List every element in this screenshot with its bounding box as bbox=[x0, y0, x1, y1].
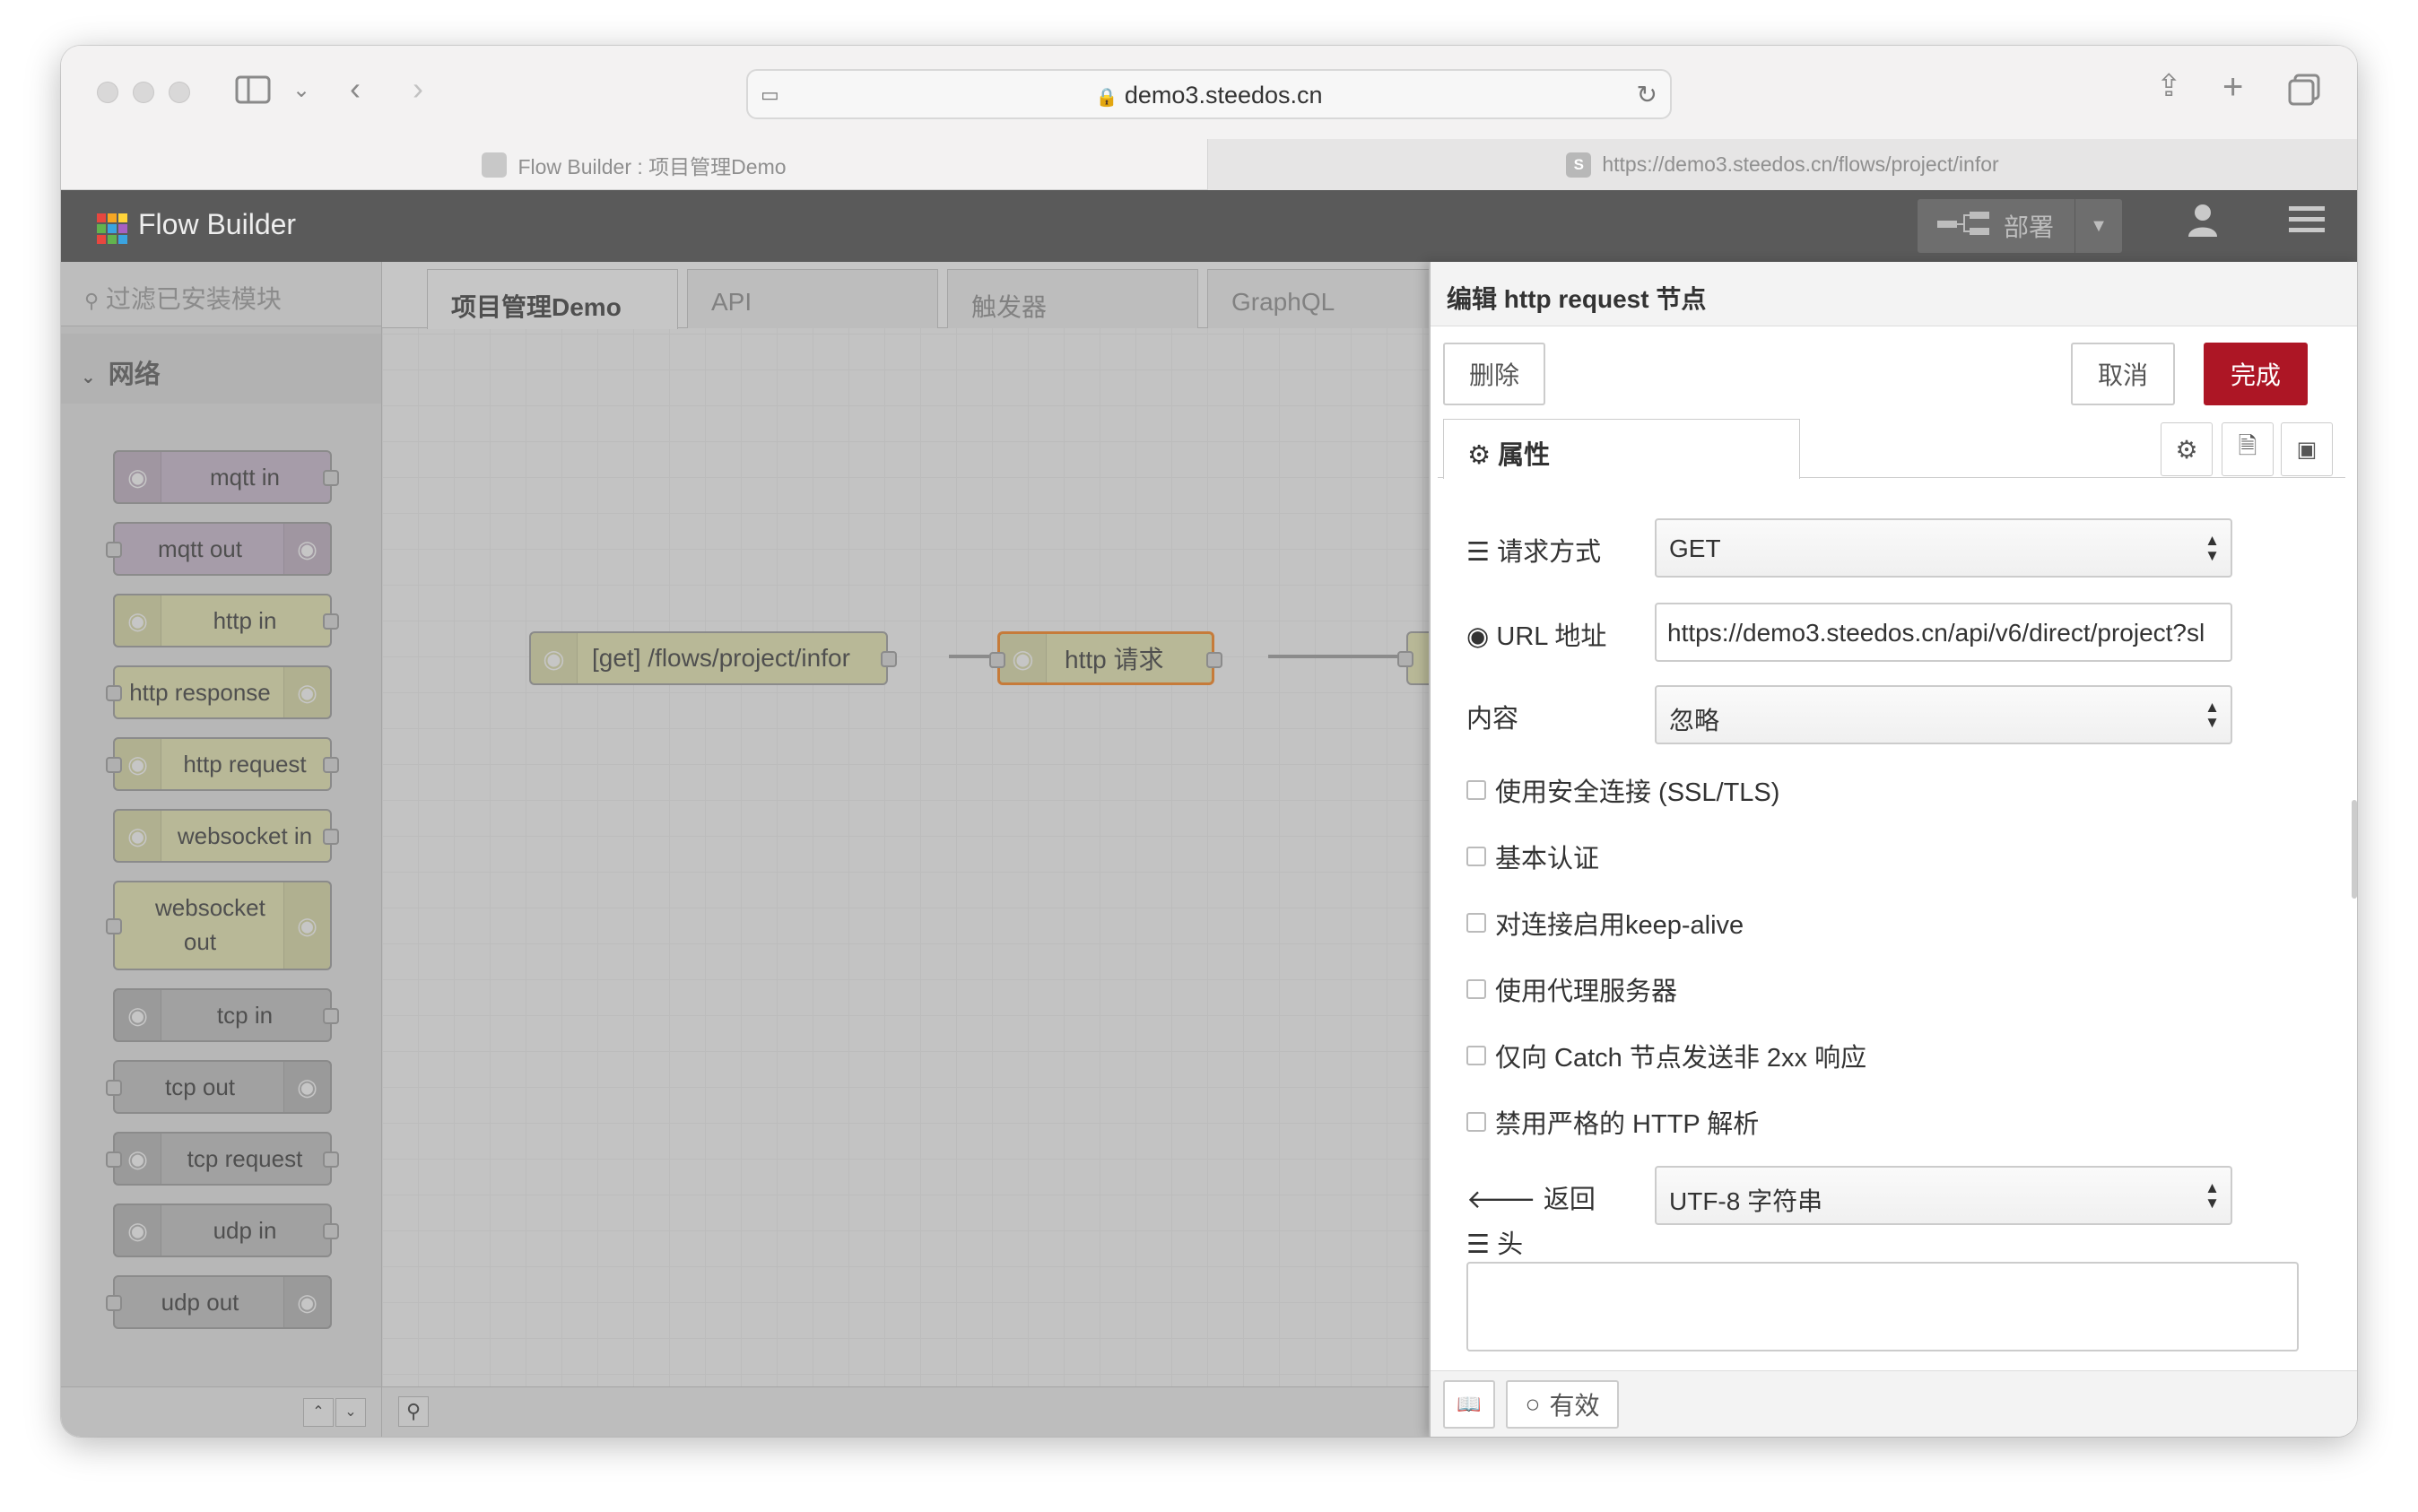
list-icon: ☰ bbox=[1466, 538, 1490, 567]
appearance-icon[interactable]: ▣ bbox=[2281, 422, 2333, 476]
edit-tray: 编辑 http request 节点 删除 取消 完成 ⚙ 属性 ⚙ 🗎 ▣ ☰… bbox=[1429, 262, 2357, 1437]
modal-overlay bbox=[61, 262, 1487, 1437]
description-icon[interactable]: 🗎 bbox=[2222, 422, 2274, 476]
strict-http-checkbox[interactable]: 禁用严格的 HTTP 解析 bbox=[1466, 1103, 1759, 1141]
gear-icon[interactable]: ⚙ bbox=[2161, 422, 2213, 476]
globe-icon: ◉ bbox=[1466, 622, 1490, 651]
tab-title: https://demo3.steedos.cn/flows/project/i… bbox=[1602, 152, 1999, 176]
tab-properties[interactable]: ⚙ 属性 bbox=[1443, 419, 1800, 479]
flow-builder-logo bbox=[97, 213, 127, 244]
tray-footer: 📖 ○ 有效 bbox=[1431, 1370, 2357, 1437]
logo-square bbox=[108, 213, 117, 222]
zoom-window-button[interactable] bbox=[169, 82, 190, 103]
logo-square bbox=[97, 235, 106, 244]
favicon-icon: S bbox=[1566, 152, 1592, 178]
logo-square bbox=[118, 224, 127, 233]
select-arrows-icon: ▲ ▼ bbox=[2205, 699, 2220, 731]
property-tabs: ⚙ 属性 ⚙ 🗎 ▣ bbox=[1438, 419, 2345, 479]
app-title: Flow Builder bbox=[138, 208, 297, 240]
tray-title: 编辑 http request 节点 bbox=[1431, 262, 2357, 326]
node-red-app: Flow Builder 部署 ▼ ⚲ 过滤已安装模块 ⌄ 网络 ◉ mqtt in… bbox=[61, 190, 2357, 1437]
chevron-down-icon[interactable]: ⌄ bbox=[292, 80, 310, 101]
close-window-button[interactable] bbox=[97, 82, 118, 103]
new-tab-icon[interactable]: + bbox=[2222, 69, 2243, 105]
reload-icon[interactable]: ↻ bbox=[1637, 80, 1657, 109]
payload-select[interactable]: 忽略 ▲ ▼ bbox=[1655, 685, 2232, 744]
deploy-button[interactable]: 部署 ▼ bbox=[1918, 199, 2122, 253]
app-header: Flow Builder 部署 ▼ bbox=[61, 190, 2357, 262]
proxy-checkbox[interactable]: 使用代理服务器 bbox=[1466, 970, 1677, 1008]
logo-square bbox=[97, 213, 106, 222]
keep-alive-checkbox[interactable]: 对连接启用keep-alive bbox=[1466, 904, 1744, 942]
logo-square bbox=[118, 213, 127, 222]
browser-tab-infor[interactable]: S https://demo3.steedos.cn/flows/project… bbox=[1207, 139, 2357, 190]
return-select[interactable]: UTF-8 字符串 ▲ ▼ bbox=[1655, 1166, 2232, 1225]
headers-label: ☰ 头 bbox=[1466, 1230, 1524, 1259]
logo-square bbox=[108, 224, 117, 233]
user-icon[interactable] bbox=[2187, 203, 2219, 248]
url-label: ◉ URL 地址 bbox=[1466, 622, 1607, 651]
url-input[interactable]: https://demo3.steedos.cn/api/v6/direct/p… bbox=[1655, 603, 2232, 662]
arrow-left-icon: 🡐 bbox=[1466, 1186, 1536, 1214]
deploy-icon bbox=[1937, 210, 1991, 243]
sidebar-toggle-icon[interactable] bbox=[235, 74, 271, 110]
menu-icon[interactable] bbox=[2289, 203, 2325, 244]
browser-chrome: ⌄ ‹ › ▭ 🔒 demo3.steedos.cn ↻ ⇪ + Flow Bu… bbox=[61, 46, 2357, 190]
delete-button[interactable]: 删除 bbox=[1443, 343, 1545, 405]
browser-tab-flow-builder[interactable]: Flow Builder : 项目管理Demo bbox=[61, 139, 1207, 190]
logo-square bbox=[118, 235, 127, 244]
tab-title: Flow Builder : 项目管理Demo bbox=[518, 154, 787, 178]
caret-down-icon[interactable]: ▼ bbox=[2075, 216, 2122, 237]
method-select[interactable]: GET ▲ ▼ bbox=[1655, 518, 2232, 578]
enabled-toggle[interactable]: ○ 有效 bbox=[1506, 1380, 1619, 1429]
method-label: ☰ 请求方式 bbox=[1466, 538, 1602, 567]
circle-icon: ○ bbox=[1525, 1390, 1541, 1418]
minimize-window-button[interactable] bbox=[133, 82, 154, 103]
gear-icon: ⚙ bbox=[1467, 441, 1491, 470]
share-icon[interactable]: ⇪ bbox=[2156, 71, 2182, 101]
done-button[interactable]: 完成 bbox=[2204, 343, 2308, 405]
payload-label: 内容 bbox=[1466, 705, 1519, 734]
forward-arrow-icon[interactable]: › bbox=[413, 73, 423, 105]
favicon-icon bbox=[482, 152, 508, 178]
select-arrows-icon: ▲ ▼ bbox=[2205, 532, 2220, 564]
deploy-label: 部署 bbox=[2004, 213, 2055, 241]
back-arrow-icon[interactable]: ‹ bbox=[350, 73, 361, 105]
ssl-checkbox[interactable]: 使用安全连接 (SSL/TLS) bbox=[1466, 771, 1779, 809]
logo-square bbox=[97, 224, 106, 233]
basic-auth-checkbox[interactable]: 基本认证 bbox=[1466, 838, 1599, 875]
url-text: demo3.steedos.cn bbox=[1124, 82, 1323, 109]
headers-editable-list[interactable] bbox=[1466, 1262, 2299, 1351]
list-icon: ☰ bbox=[1466, 1230, 1490, 1259]
cancel-button[interactable]: 取消 bbox=[2071, 343, 2175, 405]
catch-non-2xx-checkbox[interactable]: 仅向 Catch 节点发送非 2xx 响应 bbox=[1466, 1037, 1866, 1074]
return-label: 🡐 返回 bbox=[1466, 1186, 1596, 1214]
select-arrows-icon: ▲ ▼ bbox=[2205, 1179, 2220, 1212]
lock-icon: 🔒 bbox=[1095, 88, 1118, 108]
tab-overview-icon[interactable] bbox=[2287, 73, 2321, 112]
logo-square bbox=[108, 235, 117, 244]
scrollbar[interactable] bbox=[2352, 800, 2357, 899]
help-book-icon[interactable]: 📖 bbox=[1443, 1380, 1495, 1429]
browser-window: ⌄ ‹ › ▭ 🔒 demo3.steedos.cn ↻ ⇪ + Flow Bu… bbox=[61, 46, 2357, 1437]
address-bar[interactable]: ▭ 🔒 demo3.steedos.cn ↻ bbox=[746, 69, 1672, 119]
